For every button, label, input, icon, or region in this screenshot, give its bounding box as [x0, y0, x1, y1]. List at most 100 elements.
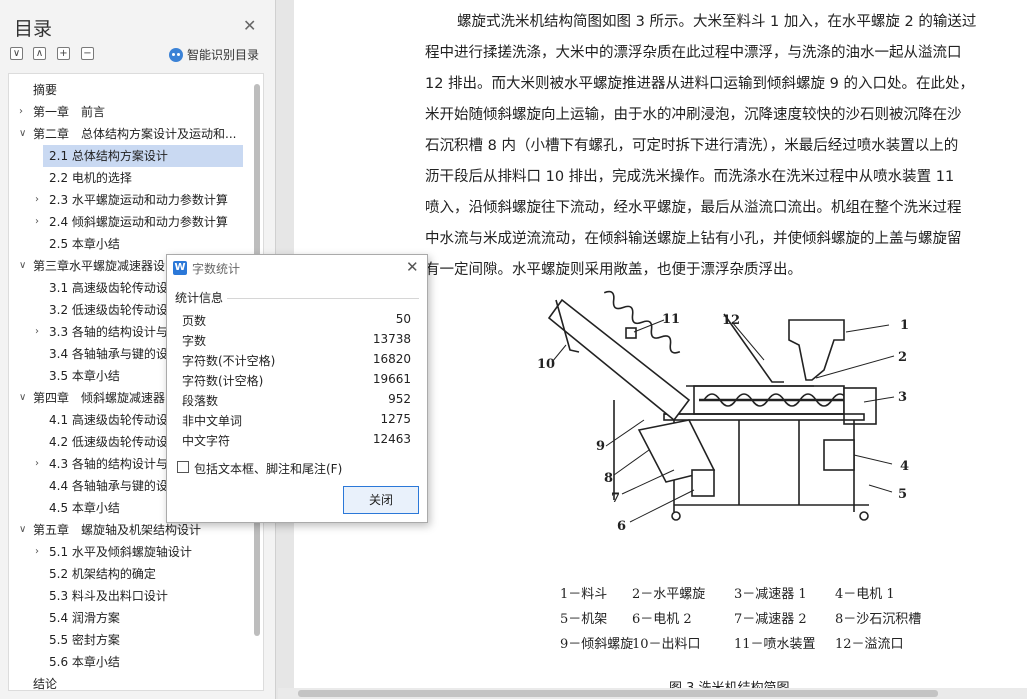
horizontal-scrollbar[interactable]: [278, 688, 1027, 699]
expand-arrow-icon[interactable]: ›: [35, 211, 45, 233]
expand-arrow-icon[interactable]: ›: [19, 101, 29, 123]
toc-item-label: 3.1 高速级齿轮传动设: [49, 281, 168, 295]
include-textbox-footnote-checkbox[interactable]: [177, 461, 189, 473]
toc-item-label: 5.3 料斗及出料口设计: [49, 589, 168, 603]
toc-item-label: 5.5 密封方案: [49, 633, 120, 647]
toc-item-label: 摘要: [33, 83, 58, 97]
figure-number: 11: [662, 312, 680, 327]
close-button[interactable]: 关闭: [343, 486, 419, 514]
legend-entry: 12－溢流口: [835, 637, 904, 652]
figure-number: 1: [900, 318, 909, 333]
toc-item[interactable]: › 第一章 前言: [9, 101, 247, 123]
collapse-arrow-icon[interactable]: ∨: [19, 519, 29, 541]
stat-value: 16820: [372, 352, 411, 366]
remove-heading-button[interactable]: −: [81, 47, 94, 60]
toc-item-label: 4.1 高速级齿轮传动设: [49, 413, 168, 427]
toc-item[interactable]: 结论: [9, 673, 247, 691]
dialog-titlebar[interactable]: W 字数统计 ✕: [167, 255, 427, 281]
toc-item-label: 3.5 本章小结: [49, 369, 120, 383]
toc-item-label: 5.6 本章小结: [49, 655, 120, 669]
toc-pane-title: 目录: [14, 18, 53, 40]
legend-entry: 4－电机 1: [835, 587, 895, 602]
toc-item-label: 3.2 低速级齿轮传动设: [49, 303, 168, 317]
toc-item-label: 2.4 倾斜螺旋运动和动力参数计算: [49, 215, 228, 229]
figure-number: 3: [898, 390, 907, 405]
expand-arrow-icon[interactable]: ›: [35, 189, 45, 211]
stat-value: 13738: [372, 332, 411, 346]
add-heading-button[interactable]: +: [57, 47, 70, 60]
figure-number: 7: [611, 491, 620, 506]
toc-item[interactable]: › 2.4 倾斜螺旋运动和动力参数计算: [9, 211, 247, 233]
smart-recognize-label: 智能识别目录: [187, 48, 260, 62]
toc-item[interactable]: 2.5 本章小结: [9, 233, 247, 255]
include-textbox-footnote-label[interactable]: 包括文本框、脚注和尾注(F): [194, 460, 342, 477]
stat-label: 段落数: [182, 394, 219, 408]
stat-value: 1275: [380, 412, 411, 426]
smart-recognize-toc-button[interactable]: 智能识别目录: [169, 46, 259, 63]
toc-item[interactable]: 5.2 机架结构的确定: [9, 563, 247, 585]
toc-item[interactable]: 摘要: [9, 79, 247, 101]
toc-item-label: 3.3 各轴的结构设计与: [49, 325, 168, 339]
stat-label: 字数: [182, 334, 207, 348]
toc-item[interactable]: 2.1 总体结构方案设计: [43, 145, 243, 167]
close-icon[interactable]: ✕: [406, 258, 419, 276]
figure-number: 2: [898, 350, 907, 365]
toc-item-label: 4.4 各轴轴承与键的设: [49, 479, 168, 493]
stat-value: 19661: [372, 372, 411, 386]
stat-label: 字符数(不计空格): [182, 354, 276, 368]
legend-entry: 3－减速器 1: [734, 587, 807, 602]
word-count-dialog: W 字数统计 ✕ 统计信息 页数 50 字数 13738 字符数(不计空格) 16820 字…: [166, 254, 428, 523]
toc-item[interactable]: ∨ 第二章 总体结构方案设计及运动和...: [9, 123, 247, 145]
figure-number: 5: [898, 487, 907, 502]
toc-item[interactable]: 5.5 密封方案: [9, 629, 247, 651]
collapse-arrow-icon[interactable]: ∨: [19, 123, 29, 145]
toc-item-label: 2.3 水平螺旋运动和动力参数计算: [49, 193, 228, 207]
toc-item[interactable]: › 5.1 水平及倾斜螺旋轴设计: [9, 541, 247, 563]
legend-entry: 6－电机 2: [632, 612, 692, 627]
toc-item[interactable]: 5.4 润滑方案: [9, 607, 247, 629]
toc-item[interactable]: › 2.3 水平螺旋运动和动力参数计算: [9, 189, 247, 211]
stat-label: 字符数(计空格): [182, 374, 264, 388]
toc-item[interactable]: 5.6 本章小结: [9, 651, 247, 673]
stat-label: 中文字符: [182, 434, 231, 448]
figure-number: 12: [722, 313, 740, 328]
figure-number: 6: [617, 519, 626, 534]
figure-number: 4: [900, 459, 909, 474]
expand-arrow-icon[interactable]: ›: [35, 453, 45, 475]
toc-item-label: 第一章 前言: [33, 105, 106, 119]
expand-arrow-icon[interactable]: ›: [35, 321, 45, 343]
legend-entry: 8－沙石沉积槽: [835, 612, 922, 627]
collapse-arrow-icon[interactable]: ∨: [19, 255, 29, 277]
toc-item-label: 5.4 润滑方案: [49, 611, 120, 625]
toc-item-label: 结论: [33, 677, 58, 691]
legend-entry: 7－减速器 2: [734, 612, 807, 627]
wps-writer-icon: W: [173, 261, 187, 275]
expand-arrow-icon[interactable]: ›: [35, 541, 45, 563]
stat-value: 50: [395, 312, 411, 326]
section-divider: [227, 298, 419, 299]
close-icon[interactable]: ✕: [243, 16, 256, 35]
toc-item-label: 2.2 电机的选择: [49, 171, 132, 185]
figure-number: 10: [537, 357, 555, 372]
expand-up-button[interactable]: ∧: [33, 47, 46, 60]
toc-item-label: 3.4 各轴轴承与键的设: [49, 347, 168, 361]
legend-entry: 1－料斗: [560, 587, 608, 602]
figure-drawing: [547, 290, 877, 521]
toc-item-label: 5.2 机架结构的确定: [49, 567, 156, 581]
legend-entry: 5－机架: [560, 612, 608, 627]
collapse-arrow-icon[interactable]: ∨: [19, 387, 29, 409]
dialog-title: 字数统计: [192, 262, 241, 276]
toc-item-label: 第三章水平螺旋减速器设: [33, 259, 166, 273]
figure-number: 8: [604, 471, 613, 486]
toc-item-label: 5.1 水平及倾斜螺旋轴设计: [49, 545, 192, 559]
collapse-all-button[interactable]: ∨: [10, 47, 23, 60]
stat-value: 12463: [372, 432, 411, 446]
toc-item-label: 第四章 倾斜螺旋减速器: [33, 391, 166, 405]
toc-item-label: 第五章 螺旋轴及机架结构设计: [33, 523, 202, 537]
toc-item-label: 4.3 各轴的结构设计与: [49, 457, 168, 471]
legend-entry: 11－喷水装置: [734, 637, 816, 652]
toc-item[interactable]: 2.2 电机的选择: [9, 167, 247, 189]
toc-item[interactable]: 5.3 料斗及出料口设计: [9, 585, 247, 607]
scrollbar-thumb[interactable]: [298, 690, 938, 697]
figure-number: 9: [596, 439, 605, 454]
